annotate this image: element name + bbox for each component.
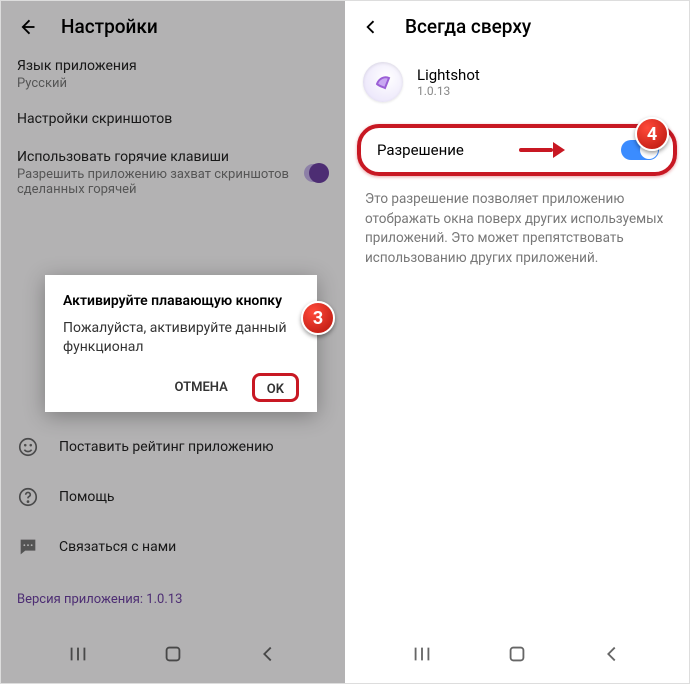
pref-label: Использовать горячие клавиши — [17, 149, 304, 165]
nav-bar — [345, 627, 689, 683]
pref-sub: Разрешить приложению захват скриншотов с… — [17, 167, 304, 197]
nav-bar — [1, 627, 345, 683]
permission-label: Разрешение — [377, 141, 464, 159]
permission-row: Разрешение — [357, 124, 677, 176]
page-title: Всегда сверху — [405, 15, 531, 38]
menu-label: Помощь — [59, 489, 115, 505]
back-icon[interactable] — [257, 643, 279, 665]
dialog-body: Пожалуйста, активируйте данный функциона… — [63, 319, 299, 357]
dialog: Активируйте плавающую кнопку Пожалуйста,… — [45, 275, 317, 412]
smile-icon — [17, 436, 39, 458]
pref-label: Настройки скриншотов — [17, 111, 329, 127]
app-icon — [363, 62, 403, 102]
pref-value: Русский — [17, 76, 329, 91]
cancel-button[interactable]: ОТМЕНА — [171, 374, 232, 401]
hotkey-pref[interactable]: Использовать горячие клавиши Разрешить п… — [1, 139, 345, 207]
menu-label: Поставить рейтинг приложению — [59, 439, 274, 455]
app-row: Lightshot 1.0.13 — [345, 48, 689, 120]
dialog-actions: ОТМЕНА OK — [63, 373, 299, 402]
version-label: Версия приложения: 1.0.13 — [1, 572, 345, 627]
recents-icon[interactable] — [411, 643, 433, 665]
language-pref[interactable]: Язык приложения Русский — [1, 48, 345, 101]
help-item[interactable]: Помощь — [1, 472, 345, 522]
screenshot-settings[interactable]: Настройки скриншотов — [1, 101, 345, 139]
ok-button[interactable]: OK — [265, 380, 286, 399]
dialog-title: Активируйте плавающую кнопку — [63, 293, 299, 309]
page-title: Настройки — [61, 15, 158, 38]
menu-label: Связаться с нами — [59, 539, 176, 555]
step-badge-3: 3 — [301, 301, 335, 335]
pref-label: Язык приложения — [17, 58, 329, 74]
app-name: Lightshot — [417, 66, 480, 84]
recents-icon[interactable] — [67, 643, 89, 665]
hotkey-toggle[interactable] — [304, 164, 329, 182]
contact-item[interactable]: Связаться с нами — [1, 522, 345, 572]
home-icon[interactable] — [506, 643, 528, 665]
back-arrow-icon[interactable] — [361, 17, 381, 37]
back-arrow-icon[interactable] — [17, 17, 37, 37]
app-version: 1.0.13 — [417, 84, 480, 98]
header: Настройки — [1, 1, 345, 48]
rate-item[interactable]: Поставить рейтинг приложению — [1, 422, 345, 472]
permission-description: Это разрешение позволяет приложению отоб… — [345, 190, 689, 268]
ok-highlight: OK — [252, 373, 299, 402]
home-icon[interactable] — [162, 643, 184, 665]
chat-icon — [17, 536, 39, 558]
header: Всегда сверху — [345, 1, 689, 48]
step-badge-4: 4 — [635, 117, 669, 151]
arrow-icon — [519, 142, 565, 158]
back-icon[interactable] — [601, 643, 623, 665]
help-icon — [17, 486, 39, 508]
